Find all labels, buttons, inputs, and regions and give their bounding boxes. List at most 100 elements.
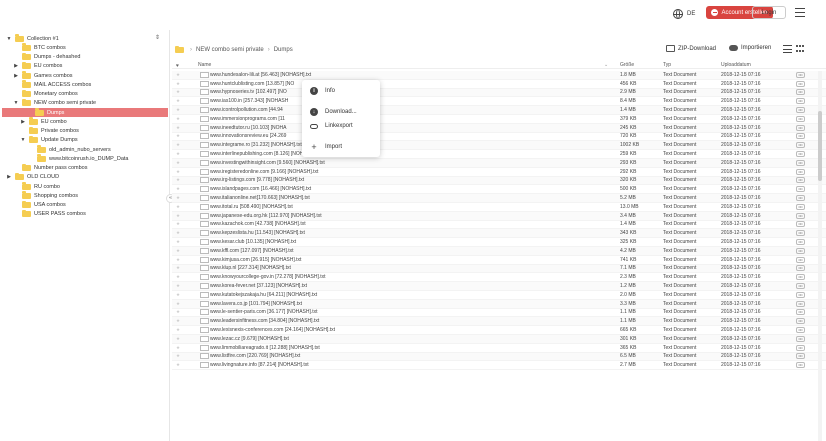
more-options-icon[interactable]: ••• [796,362,805,369]
favorite-star-icon[interactable]: ★ [176,160,180,166]
favorite-star-icon[interactable]: ★ [176,177,180,183]
favorite-star-icon[interactable]: ★ [176,283,180,289]
file-name[interactable]: www.ineedtutor.ru [10.103] [NOHA [210,125,286,131]
sidebar-item[interactable]: MAIL ACCESS combos [13,80,91,89]
sort-icon[interactable]: ⌄ [604,62,608,68]
language-selector[interactable]: DE [673,9,695,19]
menu-item-import[interactable]: + Import [310,142,342,152]
file-name[interactable]: www.lavera.co.jp [101.794] [NOHASH].txt [210,301,302,307]
menu-item-info[interactable]: i Info [310,86,335,96]
sidebar-item[interactable]: ▼ Update Dumps [20,135,78,145]
table-row[interactable]: ★ www.irg-listings.com [9.778] [NOHASH].t… [172,176,826,186]
sidebar-item[interactable]: BTC combos [13,43,66,52]
list-view-icon[interactable] [783,45,792,53]
more-options-icon[interactable]: ••• [796,344,805,351]
more-options-icon[interactable]: ••• [796,203,805,210]
file-name[interactable]: www.huntclublisting.com [13.857] [NO [210,81,294,87]
sidebar-item[interactable]: ▼ NEW combo semi private [13,98,96,108]
sidebar-item[interactable]: USER PASS combos [13,209,86,219]
file-name[interactable]: www.kesar.club [10.135] [NOHASH].txt [210,239,296,245]
file-name[interactable]: www.lezac.cz [9.679] [NOHASH].txt [210,336,289,342]
table-row[interactable]: ★ www.iregisteredonline.com [9.166] [NOHA… [172,168,826,177]
table-row[interactable]: ★ www.kimjusa.com [26.915] [NOHASH].txt 74… [172,256,826,265]
file-name[interactable]: www.itotal.ru [508.490] [NOHASH].txt [210,204,293,210]
favorite-star-icon[interactable]: ★ [176,327,180,333]
more-options-icon[interactable]: ••• [796,107,805,114]
chevron-right-icon[interactable]: ▶ [6,174,12,180]
chevron-down-icon[interactable]: ▼ [13,100,19,106]
table-row[interactable]: ★ www.integrame.ro [31.232] [NOHASH].txt 1… [172,141,826,151]
table-row[interactable]: ★ www.icontrolpollution.com [44.94 1.4 MB T… [172,106,826,115]
menu-item-download[interactable]: ↓ Download... [310,107,357,117]
favorite-star-icon[interactable]: ★ [176,204,180,210]
chevron-right-icon[interactable]: ▶ [13,63,19,69]
table-row[interactable]: ★ www.leadersinfitness.com [34.804] [NOHA… [172,317,826,327]
file-name[interactable]: www.kffl.com [127.097] [NOHASH].txt [210,248,294,254]
sidebar-item[interactable]: Monetary combos [13,89,78,99]
favorite-star-icon[interactable]: ★ [176,107,180,113]
file-name[interactable]: www.klup.nl [227.314] [NOHASH].txt [210,265,291,271]
favorite-star-icon[interactable]: ★ [176,125,180,131]
table-row[interactable]: ★ www.huntclublisting.com [13.857] [NO 456… [172,80,826,89]
file-name[interactable]: www.hypnoseries.tv [102.497] [NO [210,89,287,95]
file-name[interactable]: www.immersionprograms.com [11 [210,116,285,122]
table-row[interactable]: ★ www.ias100.in [257.343] [NOHASH 8.4 MB Te… [172,97,826,107]
sidebar-item[interactable]: www.bitcoinrush.io_DUMP_Data [28,154,128,163]
table-row[interactable]: ★ www.itotal.ru [508.490] [NOHASH].txt 13.… [172,203,826,212]
breadcrumb-item-parent[interactable]: NEW combo semi private [196,47,264,53]
more-options-icon[interactable]: ••• [796,177,805,184]
login-button[interactable]: Login [752,6,786,19]
table-row[interactable]: ★ www.islandpages.com [16.466] [NOHASH].t… [172,185,826,195]
favorite-star-icon[interactable]: ★ [176,81,180,87]
chevron-down-icon[interactable]: ▼ [20,137,26,143]
sidebar-item[interactable]: old_admin_nubo_servers [28,145,111,154]
favorite-star-icon[interactable]: ★ [176,213,180,219]
more-options-icon[interactable]: ••• [796,159,805,166]
table-row[interactable]: ★ www.kesar.club [10.135] [NOHASH].txt 325… [172,238,826,247]
column-header-date[interactable]: Uploaddatum [721,62,751,68]
sidebar-item[interactable]: ▶ EU combos [13,61,62,71]
scrollbar-thumb[interactable] [818,111,822,181]
favorite-star-icon[interactable]: ★ [176,265,180,271]
more-options-icon[interactable]: ••• [796,124,805,131]
more-options-icon[interactable]: ••• [796,133,805,140]
sidebar-item[interactable]: Private combos [20,126,79,136]
more-options-icon[interactable]: ••• [796,186,805,193]
more-options-icon[interactable]: ••• [796,256,805,263]
file-name[interactable]: www.le-sentier-paris.com [36.177] [NOHAS… [210,309,318,315]
table-row[interactable]: ★ www.livingnature.info [87.214] [NOHASH]… [172,361,826,371]
file-name[interactable]: www.kazachok.com [42.738] [NOHASH].txt [210,221,306,227]
scrollbar[interactable] [818,71,822,441]
sidebar-item[interactable]: Dumps [2,108,168,117]
file-name[interactable]: www.ias100.in [257.343] [NOHASH [210,98,288,104]
favorite-star-icon[interactable]: ★ [176,309,180,315]
favorite-star-icon[interactable]: ★ [176,72,180,78]
zip-download-button[interactable]: ZIP-Download [666,45,716,52]
chevron-right-icon[interactable]: ▶ [20,119,26,125]
column-header-name[interactable]: Name [198,62,211,68]
favorite-star-icon[interactable]: ★ [176,151,180,157]
more-options-icon[interactable]: ••• [796,309,805,316]
favorite-star-icon[interactable]: ★ [176,195,180,201]
file-name[interactable]: www.kepzeslista.hu [11.543] [NOHASH].txt [210,230,305,236]
favorite-star-icon[interactable]: ★ [176,221,180,227]
more-options-icon[interactable]: ••• [796,71,805,78]
favorite-star-icon[interactable]: ★ [176,362,180,368]
more-options-icon[interactable]: ••• [796,230,805,237]
more-options-icon[interactable]: ••• [796,335,805,342]
more-options-icon[interactable]: ••• [796,274,805,281]
table-row[interactable]: ★ www.ineedtutor.ru [10.103] [NOHA 245 KB T… [172,123,826,133]
sidebar-item[interactable]: ▶ Games combos [13,71,73,80]
more-options-icon[interactable]: ••• [796,212,805,219]
file-name[interactable]: www.japanese-edu.org.hk [112.970] [NOHAS… [210,213,322,219]
file-name[interactable]: www.iregisteredonline.com [9.166] [NOHAS… [210,169,318,175]
table-row[interactable]: ★ www.hundesalon-lili.at [56.463] [NOHASH… [172,71,826,80]
favorite-star-icon[interactable]: ★ [176,186,180,192]
favorite-star-icon[interactable]: ★ [176,133,180,139]
file-name[interactable]: www.korea-fever.net [37.123] [NOHASH].tx… [210,283,307,289]
table-row[interactable]: ★ www.kutatokejszakaja.hu [64.211] [NOHAS… [172,291,826,300]
favorite-star-icon[interactable]: ★ [176,336,180,342]
favorite-star-icon[interactable]: ★ [176,292,180,298]
sidebar-item[interactable]: RU combo [13,182,60,191]
column-header-type[interactable]: Typ [663,62,671,68]
